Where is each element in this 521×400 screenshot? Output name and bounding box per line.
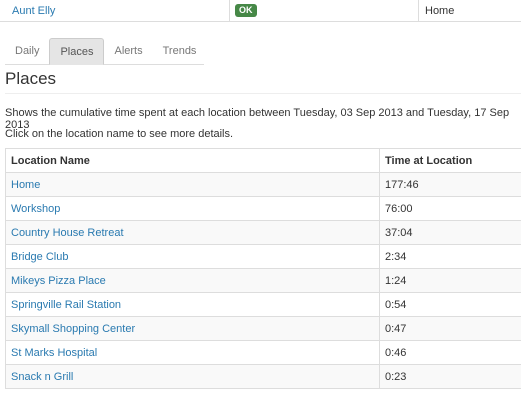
location-link[interactable]: Bridge Club xyxy=(11,251,68,263)
page-hint: Click on the location name to see more d… xyxy=(5,128,234,140)
location-link[interactable]: Home xyxy=(11,179,40,191)
summary-status-cell: OK xyxy=(229,0,418,22)
location-link[interactable]: Skymall Shopping Center xyxy=(11,323,135,335)
table-row: Skymall Shopping Center 0:47 xyxy=(5,316,521,341)
time-cell: 0:23 xyxy=(379,364,521,389)
table-row: Bridge Club 2:34 xyxy=(5,244,521,269)
time-cell: 2:34 xyxy=(379,244,521,269)
places-table: Location Name Time at Location Home 177:… xyxy=(5,148,521,389)
tab-bar: Daily Places Alerts Trends xyxy=(5,37,204,65)
location-link[interactable]: Country House Retreat xyxy=(11,227,124,239)
location-link[interactable]: Snack n Grill xyxy=(11,371,73,383)
column-header-time-at-location: Time at Location xyxy=(379,148,521,173)
time-cell: 177:46 xyxy=(379,172,521,197)
table-row: Home 177:46 xyxy=(5,172,521,197)
tab-daily[interactable]: Daily xyxy=(5,37,49,64)
time-cell: 1:24 xyxy=(379,268,521,293)
column-header-location-name: Location Name xyxy=(5,148,380,173)
tab-alerts[interactable]: Alerts xyxy=(104,37,152,64)
time-cell: 0:54 xyxy=(379,292,521,317)
table-header-row: Location Name Time at Location xyxy=(5,148,521,173)
table-row: Snack n Grill 0:23 xyxy=(5,364,521,389)
table-row: Country House Retreat 37:04 xyxy=(5,220,521,245)
time-cell: 37:04 xyxy=(379,220,521,245)
table-row: Workshop 76:00 xyxy=(5,196,521,221)
time-cell: 0:47 xyxy=(379,316,521,341)
location-link[interactable]: Workshop xyxy=(11,203,60,215)
time-cell: 76:00 xyxy=(379,196,521,221)
person-summary-row: Aunt Elly OK Home xyxy=(0,0,521,22)
tab-places[interactable]: Places xyxy=(49,38,105,65)
summary-name-cell: Aunt Elly xyxy=(0,5,229,17)
person-name-link[interactable]: Aunt Elly xyxy=(12,5,55,17)
tab-trends[interactable]: Trends xyxy=(153,37,207,64)
time-cell: 0:46 xyxy=(379,340,521,365)
location-link[interactable]: Springville Rail Station xyxy=(11,299,121,311)
location-link[interactable]: Mikeys Pizza Place xyxy=(11,275,106,287)
summary-location-cell: Home xyxy=(418,0,521,22)
table-row: Springville Rail Station 0:54 xyxy=(5,292,521,317)
table-row: St Marks Hospital 0:46 xyxy=(5,340,521,365)
page-title: Places xyxy=(5,69,57,88)
title-divider xyxy=(5,93,521,94)
location-link[interactable]: St Marks Hospital xyxy=(11,347,97,359)
status-badge: OK xyxy=(235,4,257,17)
table-row: Mikeys Pizza Place 1:24 xyxy=(5,268,521,293)
